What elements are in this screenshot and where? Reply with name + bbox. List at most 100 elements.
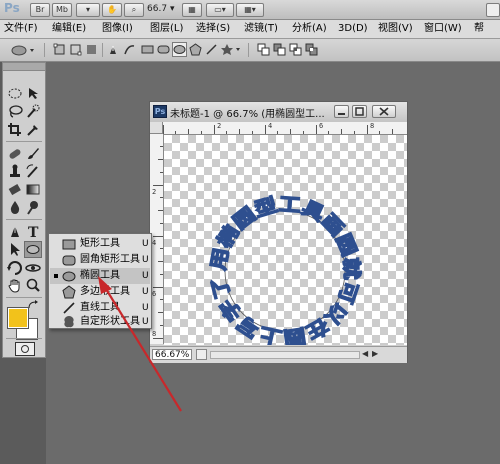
zoom-icon[interactable]: ⌕ [124, 3, 144, 17]
eyedropper-icon[interactable] [24, 121, 42, 138]
gradient-icon[interactable] [24, 181, 42, 198]
photoshop-doc-icon: Ps [153, 105, 167, 118]
document-canvas[interactable]: 用椭圆型工具画圆就可以在圆上写字了 [164, 135, 407, 345]
add-path-icon[interactable] [256, 42, 271, 57]
menu-view[interactable]: 视图(V) [378, 22, 413, 36]
flyout-item-shortcut: U [142, 287, 149, 297]
shape-tool-flyout: 矩形工具 U 圆角矩形工具 U 椭圆工具 U 多边形工具 U 直线工具 U 自定… [48, 233, 152, 329]
bridge-button[interactable]: Br [30, 3, 50, 17]
flyout-item-ellipse[interactable]: 椭圆工具 U [50, 268, 150, 284]
history-brush-icon[interactable] [24, 163, 42, 180]
scroll-left-icon[interactable]: ◀ [362, 349, 368, 358]
lasso-icon[interactable] [6, 103, 24, 120]
subtract-path-icon[interactable] [272, 42, 287, 57]
menu-edit[interactable]: 编辑(E) [52, 22, 86, 36]
clone-stamp-icon[interactable] [6, 163, 24, 180]
pen-tool-icon[interactable] [6, 223, 24, 240]
menu-analysis[interactable]: 分析(A) [292, 22, 327, 36]
scroll-right-icon[interactable]: ▶ [372, 349, 378, 358]
document-title-bar[interactable]: Ps 未标题-1 @ 66.7% (用椭圆型工... [150, 102, 407, 122]
line-icon[interactable] [204, 42, 219, 57]
zoom-dropdown-icon[interactable]: ▾ [170, 3, 175, 15]
pen-icon[interactable] [106, 42, 121, 57]
mini-bridge-button[interactable]: Mb [52, 3, 72, 17]
menu-file[interactable]: 文件(F) [4, 22, 38, 36]
zoom-field[interactable]: 66.67% [152, 349, 192, 360]
rectangle-icon[interactable] [140, 42, 155, 57]
ruler-label: 4 [152, 239, 157, 247]
zoom-level-value[interactable]: 66.7 [147, 3, 167, 15]
flyout-item-shortcut: U [142, 255, 149, 265]
document-status-bar: 66.67% ◀ ▶ [150, 346, 407, 363]
menu-window[interactable]: 窗口(W) [424, 22, 462, 36]
ellipse-icon[interactable] [172, 42, 187, 57]
circle-text-artwork: 用椭圆型工具画圆就可以在圆上写字了 [207, 192, 364, 345]
tools-panel-header[interactable] [3, 63, 45, 71]
flyout-item-label: 多边形工具 [80, 286, 130, 297]
horizontal-scrollbar[interactable] [210, 351, 360, 359]
hand-icon[interactable]: ✋ [102, 3, 122, 17]
flyout-item-shortcut: U [142, 317, 149, 327]
ruler-origin[interactable] [150, 122, 163, 134]
3d-rotate-icon[interactable] [6, 259, 24, 276]
restore-button[interactable] [352, 105, 367, 118]
view-extras-button[interactable]: ▾ [76, 3, 100, 17]
dodge-icon[interactable] [24, 199, 42, 216]
arrange-documents-button[interactable]: ▦ [182, 3, 202, 17]
ellipse-icon [62, 269, 76, 283]
foreground-color-swatch[interactable] [7, 307, 29, 329]
minimize-button[interactable] [334, 105, 349, 118]
photoshop-logo: Ps [4, 1, 20, 15]
rounded-rectangle-icon[interactable] [156, 42, 171, 57]
flyout-item-rectangle[interactable]: 矩形工具 U [50, 236, 150, 252]
brush-icon[interactable] [24, 145, 42, 162]
close-button[interactable] [372, 105, 396, 118]
quick-mask-button[interactable] [15, 342, 35, 356]
paths-icon[interactable] [68, 42, 83, 57]
custom-shape-icon[interactable] [220, 42, 242, 57]
menu-layer[interactable]: 图层(L) [150, 22, 183, 36]
tool-preset-picker[interactable] [8, 42, 38, 57]
menu-help[interactable]: 帮 [474, 22, 484, 36]
polygon-icon[interactable] [188, 42, 203, 57]
screen-mode-button[interactable]: ▭▾ [206, 3, 234, 17]
ruler-label: 8 [152, 330, 157, 338]
quick-selection-icon[interactable] [24, 103, 42, 120]
freeform-pen-icon[interactable] [122, 42, 137, 57]
flyout-item-rounded-rectangle[interactable]: 圆角矩形工具 U [50, 252, 150, 268]
menu-select[interactable]: 选择(S) [196, 22, 230, 36]
ellipse-tool-icon[interactable] [24, 241, 42, 258]
rotate-view-button[interactable]: ▦▾ [236, 3, 264, 17]
hand-tool-icon[interactable] [6, 277, 24, 294]
flyout-item-polygon[interactable]: 多边形工具 U [50, 284, 150, 300]
horizontal-ruler[interactable]: 2 4 6 8 [163, 122, 407, 135]
vertical-ruler[interactable]: 2 4 6 8 [150, 134, 164, 344]
zoom-tool-icon[interactable] [24, 277, 42, 294]
status-info-icon[interactable] [196, 349, 207, 360]
options-divider [248, 43, 249, 57]
menu-3d[interactable]: 3D(D) [338, 22, 368, 36]
type-tool-icon[interactable]: T [24, 223, 42, 241]
move-tool-icon[interactable] [24, 85, 42, 102]
spot-healing-brush-icon[interactable] [6, 145, 24, 162]
ruler-label: 6 [319, 122, 324, 130]
shape-layers-icon[interactable] [52, 42, 67, 57]
window-control-button[interactable] [486, 3, 500, 17]
path-selection-icon[interactable] [6, 241, 24, 258]
elliptical-marquee-icon[interactable] [6, 85, 24, 102]
blur-icon[interactable] [6, 199, 24, 216]
crop-icon[interactable] [6, 121, 24, 138]
options-divider [44, 43, 45, 57]
options-bar [0, 39, 500, 62]
document-window: Ps 未标题-1 @ 66.7% (用椭圆型工... 2 4 6 8 2 4 6… [149, 101, 408, 363]
flyout-item-custom-shape[interactable]: 自定形状工具 U [50, 316, 150, 328]
flyout-item-line[interactable]: 直线工具 U [50, 300, 150, 316]
fill-pixels-icon[interactable] [84, 42, 99, 57]
menu-filter[interactable]: 滤镜(T) [244, 22, 278, 36]
eraser-icon[interactable] [6, 181, 24, 198]
3d-orbit-icon[interactable] [24, 259, 42, 276]
exclude-path-icon[interactable] [304, 42, 319, 57]
intersect-path-icon[interactable] [288, 42, 303, 57]
tools-divider [6, 141, 42, 142]
menu-image[interactable]: 图像(I) [102, 22, 133, 36]
